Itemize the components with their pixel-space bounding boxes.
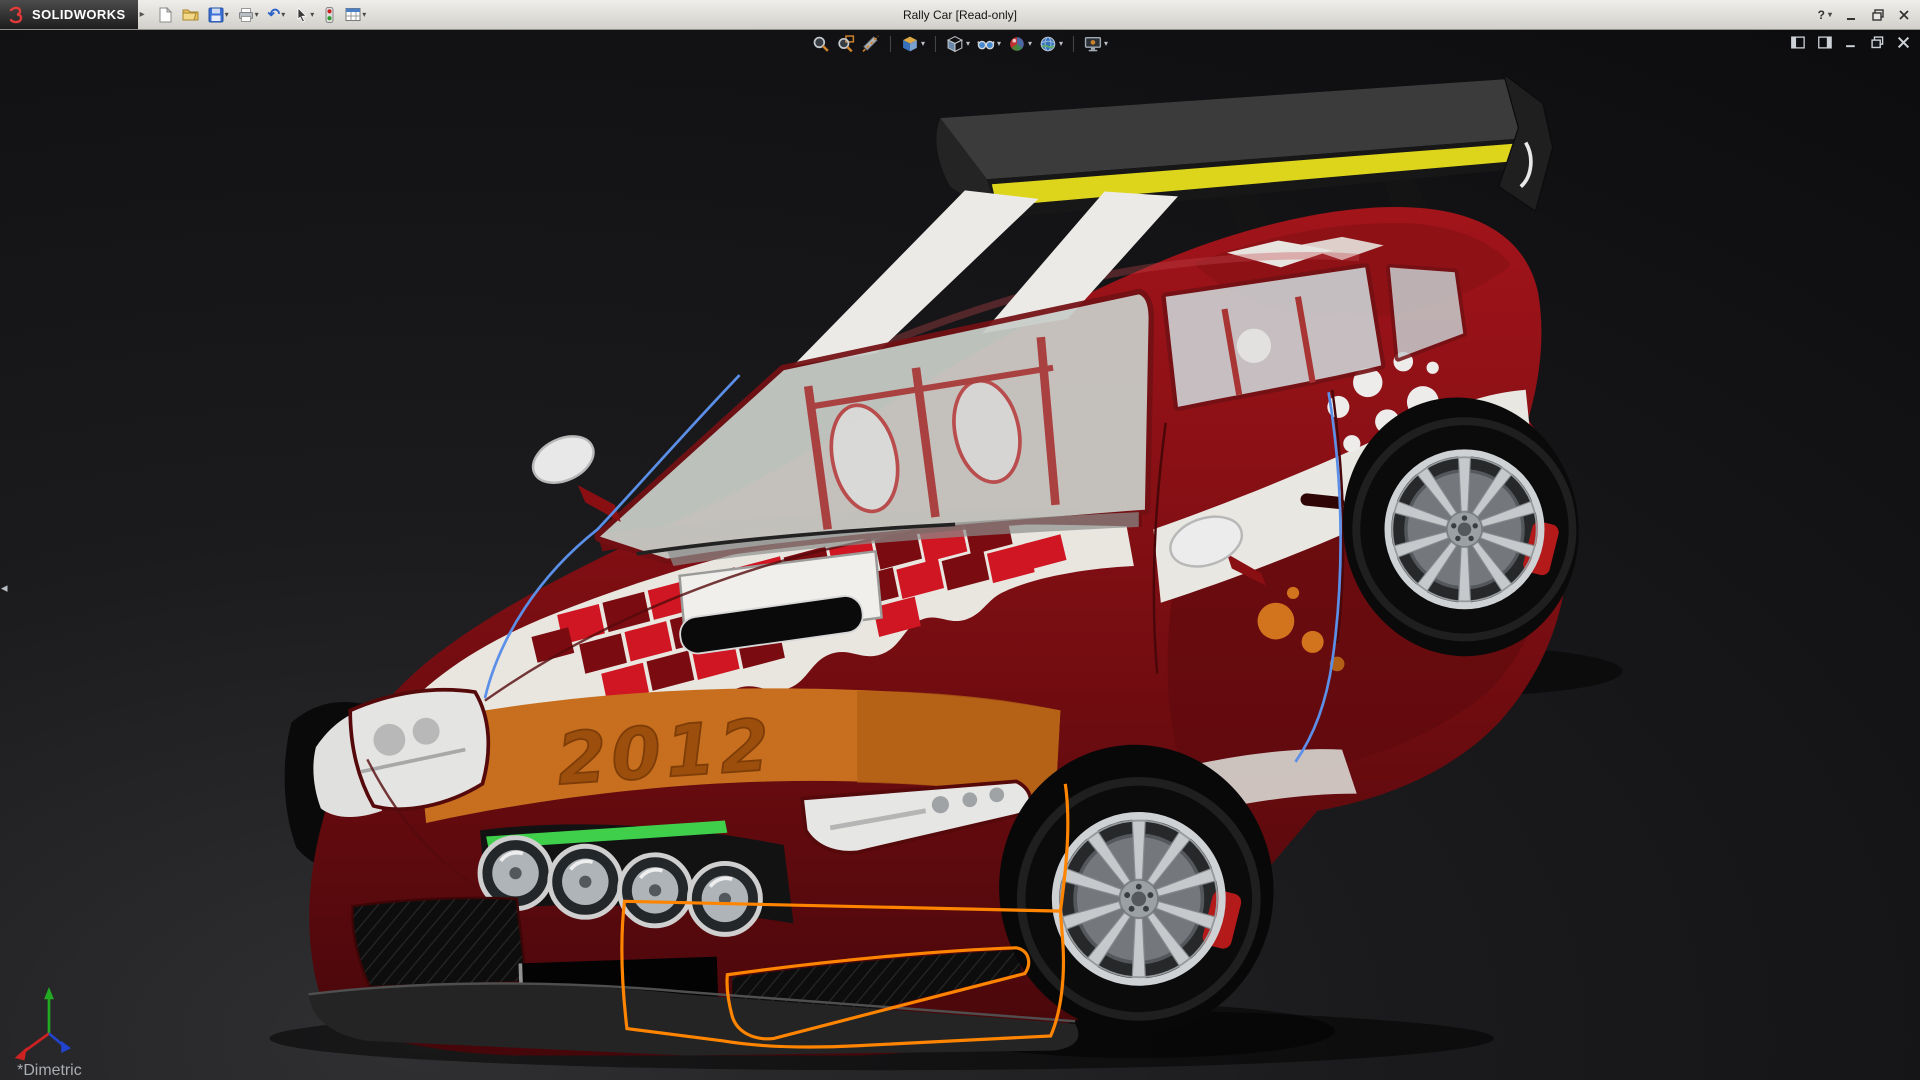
restore-document-icon xyxy=(1871,36,1884,49)
restore-icon xyxy=(1872,9,1884,21)
undo-icon: ↶ xyxy=(268,7,281,22)
restore-document-button[interactable] xyxy=(1871,36,1884,54)
display-style-icon xyxy=(946,35,964,53)
rear-wheel xyxy=(1352,417,1577,642)
close-document-icon xyxy=(1897,36,1910,49)
hud-separator xyxy=(890,36,891,52)
car-decal-2012: 2012 xyxy=(554,703,776,801)
zoom-to-fit-button[interactable] xyxy=(812,35,830,53)
minimize-icon xyxy=(1846,9,1858,21)
select-cursor-icon xyxy=(294,7,309,23)
collapse-pane-right-icon xyxy=(1818,36,1832,49)
close-document-button[interactable] xyxy=(1897,36,1910,54)
undo-button[interactable]: ↶ ▾ xyxy=(265,5,289,24)
minimize-button[interactable] xyxy=(1846,9,1858,21)
zoom-to-fit-icon xyxy=(812,35,830,53)
rebuild-button[interactable] xyxy=(320,5,339,25)
select-button[interactable]: ▾ xyxy=(291,5,317,25)
standard-toolbar: ▾ ▾ ↶ ▾ ▾ xyxy=(145,5,370,25)
headsup-view-toolbar: ▾ ▾ ▾ ▾ xyxy=(812,35,1108,53)
graphics-viewport: ▾ ▾ ▾ ▾ xyxy=(0,30,1920,1080)
edit-appearance-icon xyxy=(1008,35,1026,53)
view-orientation-icon xyxy=(901,35,919,53)
view-settings-button[interactable]: ▾ xyxy=(1084,35,1108,53)
section-view-icon xyxy=(862,35,880,53)
help-button[interactable]: ? ▾ xyxy=(1818,8,1832,22)
print-icon xyxy=(238,7,254,23)
appearance-dropdown-icon[interactable]: ▾ xyxy=(1028,40,1032,48)
minimize-document-icon xyxy=(1845,36,1858,49)
edit-appearance-button[interactable]: ▾ xyxy=(1008,35,1032,53)
view-settings-dropdown-icon[interactable]: ▾ xyxy=(1104,40,1108,48)
new-document-button[interactable] xyxy=(155,5,176,25)
hud-separator xyxy=(935,36,936,52)
view-orientation-dropdown-icon[interactable]: ▾ xyxy=(921,40,925,48)
solidworks-logo: SOLIDWORKS xyxy=(0,0,138,29)
collapse-pane-left-icon xyxy=(1791,36,1805,49)
collapse-pane-right-button[interactable] xyxy=(1818,36,1832,54)
collapse-pane-left-button[interactable] xyxy=(1791,36,1805,54)
window-controls: ? ▾ xyxy=(1818,8,1920,22)
view-orientation-button[interactable]: ▾ xyxy=(901,35,925,53)
rebuild-icon xyxy=(323,7,336,23)
undo-dropdown-icon[interactable]: ▾ xyxy=(281,11,285,19)
save-button[interactable]: ▾ xyxy=(205,5,232,25)
scene-dropdown-icon[interactable]: ▾ xyxy=(1059,40,1063,48)
zoom-to-area-icon xyxy=(837,35,855,53)
hide-show-items-button[interactable]: ▾ xyxy=(977,35,1001,53)
close-icon xyxy=(1898,9,1910,21)
apply-scene-button[interactable]: ▾ xyxy=(1039,35,1063,53)
save-icon xyxy=(208,7,224,23)
hide-show-dropdown-icon[interactable]: ▾ xyxy=(997,40,1001,48)
titlebar: SOLIDWORKS ▸ ▾ xyxy=(0,0,1920,30)
help-dropdown-icon[interactable]: ▾ xyxy=(1828,11,1832,19)
help-icon: ? xyxy=(1818,8,1825,22)
display-style-button[interactable]: ▾ xyxy=(946,35,970,53)
graphics-area[interactable]: 2012 xyxy=(0,30,1920,1080)
print-button[interactable]: ▾ xyxy=(235,5,262,25)
front-wheel xyxy=(1016,777,1261,1022)
document-window-controls xyxy=(1791,36,1910,54)
save-dropdown-icon[interactable]: ▾ xyxy=(225,11,229,19)
options-icon xyxy=(345,7,361,22)
zoom-to-area-button[interactable] xyxy=(837,35,855,53)
open-icon xyxy=(182,7,199,22)
new-document-icon xyxy=(158,7,173,23)
close-button[interactable] xyxy=(1898,9,1910,21)
open-button[interactable] xyxy=(179,5,202,24)
hud-separator xyxy=(1073,36,1074,52)
solidworks-logo-icon xyxy=(8,6,26,24)
options-dropdown-icon[interactable]: ▾ xyxy=(362,11,366,19)
display-style-dropdown-icon[interactable]: ▾ xyxy=(966,40,970,48)
apply-scene-icon xyxy=(1039,35,1057,53)
select-dropdown-icon[interactable]: ▾ xyxy=(310,11,314,19)
view-settings-icon xyxy=(1084,35,1102,53)
restore-button[interactable] xyxy=(1872,9,1884,21)
hide-show-items-icon xyxy=(977,35,995,53)
view-orientation-label: *Dimetric xyxy=(17,1062,82,1079)
print-dropdown-icon[interactable]: ▾ xyxy=(255,11,259,19)
logo-text: SOLIDWORKS xyxy=(32,7,126,22)
section-view-button[interactable] xyxy=(862,35,880,53)
options-button[interactable]: ▾ xyxy=(342,5,369,24)
minimize-document-button[interactable] xyxy=(1845,36,1858,54)
feature-panel-collapse-handle[interactable]: ◂ xyxy=(0,578,9,598)
